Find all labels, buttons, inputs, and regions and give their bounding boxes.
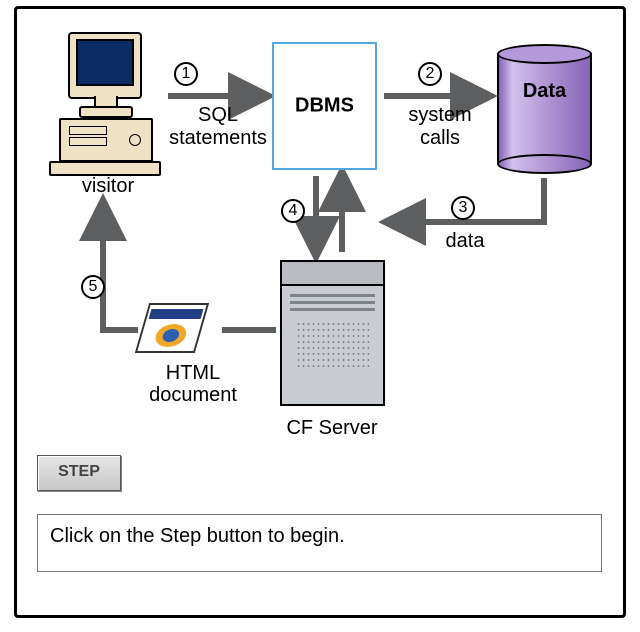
data-cylinder-icon: Data [497,44,592,174]
cf-server-label: CF Server [271,417,393,440]
visitor-label: visitor [68,175,148,198]
instruction-text: Click on the Step button to begin. [37,514,602,572]
edge-label-1: SQLstatements [163,104,273,150]
cf-server-icon [280,260,385,408]
dbms-label: DBMS [274,95,375,118]
data-label: Data [497,80,592,103]
html-document-label: HTMLdocument [138,362,248,406]
html-document-icon [142,303,215,361]
step-badge-1: 1 [174,62,198,86]
step-badge-3: 3 [451,196,475,220]
step-badge-2: 2 [418,62,442,86]
edge-label-2: systemcalls [395,104,485,150]
edge-label-3: data [425,230,505,253]
step-badge-4: 4 [281,199,305,223]
visitor-computer-icon [43,32,161,192]
step-button[interactable]: STEP [37,455,121,491]
step-badge-5: 5 [81,275,105,299]
dbms-box: DBMS [272,42,377,170]
